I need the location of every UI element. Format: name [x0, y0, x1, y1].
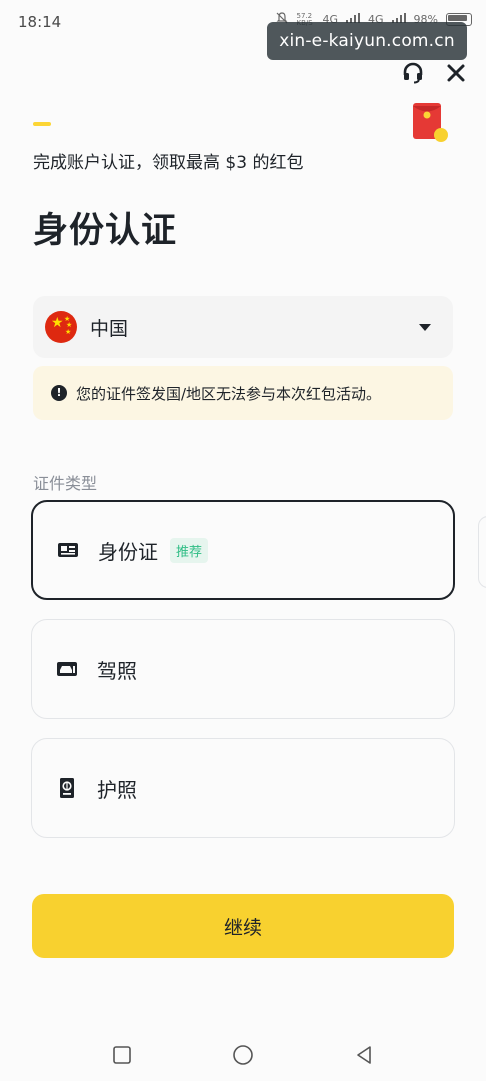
id-type-label: 证件类型 [33, 474, 98, 493]
id-option-label: 驾照 [97, 658, 137, 683]
caret-down-icon [419, 323, 431, 331]
progress-indicator [33, 122, 51, 126]
page-title: 身份认证 [33, 211, 178, 251]
driver-license-icon [56, 658, 78, 680]
id-option-label: 护照 [97, 777, 137, 802]
watermark: xin-e-kaiyun.com.cn [267, 22, 467, 60]
id-option-label: 身份证 [98, 539, 158, 564]
exclamation-icon: ! [51, 385, 67, 401]
back-icon[interactable] [353, 1044, 375, 1066]
status-time: 18:14 [18, 13, 62, 31]
passport-icon [56, 777, 78, 799]
close-icon[interactable] [443, 60, 469, 86]
recent-apps-icon[interactable] [111, 1044, 133, 1066]
red-envelope-icon[interactable] [413, 103, 449, 143]
id-option-passport[interactable]: 护照 [31, 738, 455, 838]
country-name: 中国 [90, 317, 129, 340]
notice-text: 您的证件签发国/地区无法参与本次红包活动。 [76, 384, 382, 403]
china-flag-icon: ★ ★ ★ ★ [45, 311, 77, 343]
eligibility-notice: ! 您的证件签发国/地区无法参与本次红包活动。 [33, 366, 453, 420]
id-card-icon [57, 539, 79, 561]
recommended-badge: 推荐 [170, 537, 209, 563]
promo-text: 完成账户认证，领取最高 $3 的红包 [33, 153, 304, 173]
id-option-driver-license[interactable]: 驾照 [31, 619, 455, 719]
screen: 18:14 57.2 KB/S 4G 4G 98% xin-e-kaiyun.c… [0, 0, 486, 1081]
continue-button[interactable]: 继续 [32, 894, 454, 958]
country-select[interactable]: ★ ★ ★ ★ 中国 [33, 296, 453, 358]
id-option-id-card[interactable]: 身份证 推荐 [31, 500, 455, 600]
system-nav-bar [0, 1030, 486, 1081]
offscreen-card-edge [478, 516, 486, 588]
home-icon[interactable] [232, 1044, 254, 1066]
headset-icon[interactable] [400, 60, 426, 86]
